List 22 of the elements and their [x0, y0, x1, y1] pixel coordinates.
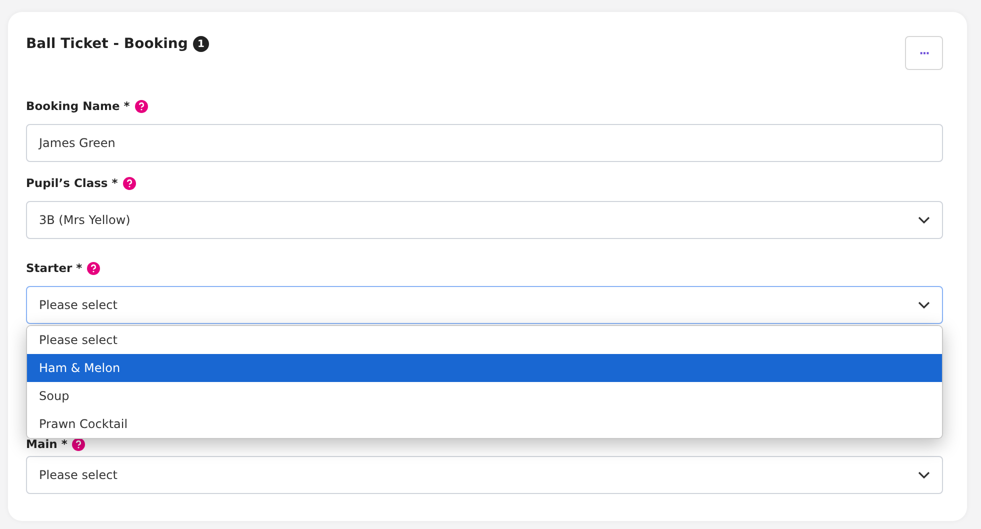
dropdown-option[interactable]: Ham & Melon	[27, 354, 942, 382]
dropdown-option[interactable]: Prawn Cocktail	[27, 410, 942, 438]
dropdown-option[interactable]: Soup	[27, 382, 942, 410]
chevron-icon	[918, 301, 930, 309]
card-title: Ball Ticket - Booking	[26, 36, 188, 52]
field-label: Main *	[26, 437, 68, 451]
field-label: Starter *	[26, 261, 82, 275]
select-field[interactable]: Please select	[26, 456, 943, 494]
help-icon[interactable]	[134, 100, 148, 112]
field-label: Pupil’s Class *	[26, 176, 118, 190]
input-field[interactable]: James Green	[26, 124, 943, 162]
select-field[interactable]: Please select	[26, 286, 943, 324]
help-icon[interactable]	[122, 176, 136, 190]
field-label: Booking Name *	[26, 99, 130, 113]
help-icon[interactable]	[87, 262, 100, 274]
chevron-icon	[918, 216, 930, 224]
dropdown-option[interactable]: Please select	[27, 326, 942, 354]
help-icon[interactable]	[72, 438, 86, 450]
chevron-icon	[918, 471, 930, 479]
more-button[interactable]: ···	[905, 36, 943, 70]
count-badge: 1	[192, 36, 209, 52]
select-field[interactable]: 3B (Mrs Yellow)	[26, 201, 943, 239]
